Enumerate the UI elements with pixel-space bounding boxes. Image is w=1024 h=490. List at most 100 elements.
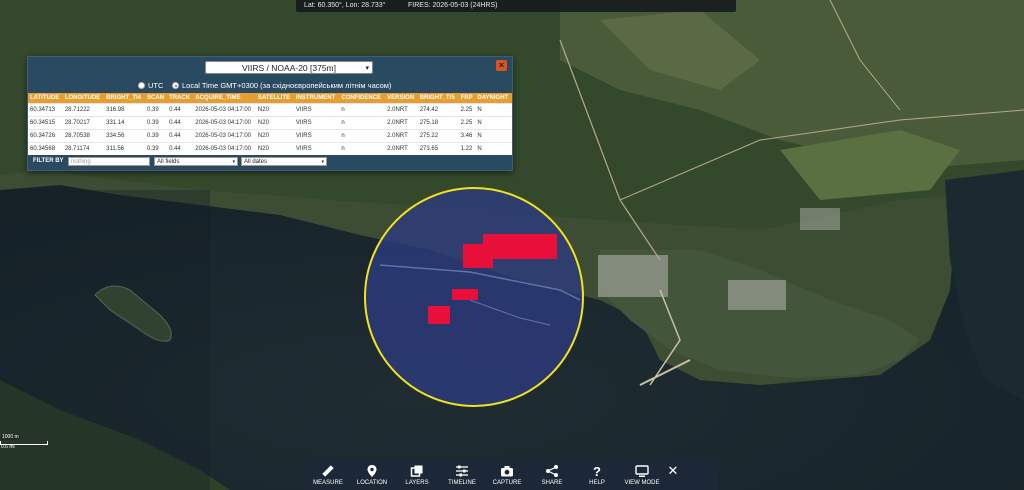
column-header[interactable]: VERSION bbox=[385, 93, 418, 104]
column-header[interactable]: LONGITUDE bbox=[62, 93, 105, 104]
share-button[interactable]: SHARE bbox=[532, 461, 572, 490]
panel-header: VIIRS / NOAA-20 [375m] ▾ × bbox=[28, 57, 512, 79]
filter-bar: FILTER BY nothing All fields ▾ All dates… bbox=[28, 155, 512, 167]
table-row[interactable]: 60.34515 28.70217 331.14 0.39 0.44 2026-05-03… bbox=[28, 116, 512, 130]
table-cell: 28.71222 bbox=[62, 103, 105, 117]
table-cell: 0.39 bbox=[145, 142, 168, 155]
help-label: HELP bbox=[589, 480, 605, 486]
table-row[interactable]: 60.34713 28.71222 316.98 0.39 0.44 2026-05-03… bbox=[28, 103, 512, 117]
table-cell: N bbox=[475, 116, 512, 130]
scale-imperial: 0.6 mi bbox=[1, 444, 15, 450]
table-cell: N bbox=[475, 103, 512, 117]
filter-field-select[interactable]: All fields ▾ bbox=[154, 157, 238, 166]
table-cell: 2026-05-03 04:17:00 bbox=[193, 129, 256, 143]
table-cell: 273.65 bbox=[417, 142, 459, 155]
timeline-button[interactable]: TIMELINE bbox=[442, 461, 482, 490]
view-mode-label: VIEW MODE bbox=[624, 480, 660, 486]
table-cell: 2.25 bbox=[458, 103, 476, 117]
table-cell: N20 bbox=[255, 129, 294, 143]
local-time-radio[interactable] bbox=[172, 82, 179, 89]
layers-button[interactable]: LAYERS bbox=[397, 461, 437, 490]
view-mode-button[interactable]: VIEW MODE bbox=[622, 461, 662, 490]
table-cell: 0.44 bbox=[167, 116, 194, 130]
column-header[interactable]: BRIGHT_TI4 bbox=[104, 93, 146, 104]
table-cell: 60.34515 bbox=[28, 116, 63, 130]
table-cell: 2.0NRT bbox=[385, 142, 418, 155]
chevron-down-icon: ▾ bbox=[365, 65, 369, 72]
table-cell: VIIRS bbox=[293, 142, 340, 155]
table-cell: VIIRS bbox=[293, 103, 340, 117]
table-cell: 28.70217 bbox=[62, 116, 105, 130]
column-header[interactable]: SCAN bbox=[145, 93, 168, 104]
utc-radio-label[interactable]: UTC bbox=[148, 80, 163, 92]
column-header[interactable]: TRACK bbox=[167, 93, 194, 104]
measure-button[interactable]: MEASURE bbox=[308, 461, 348, 490]
table-cell: N bbox=[475, 142, 512, 155]
layers-label: LAYERS bbox=[405, 480, 429, 486]
fire-detection-3[interactable] bbox=[452, 289, 478, 300]
table-cell: N20 bbox=[255, 116, 294, 130]
fire-details-panel: VIIRS / NOAA-20 [375m] ▾ × UTC Local Tim… bbox=[27, 56, 513, 171]
table-cell: 334.56 bbox=[104, 129, 146, 143]
filter-placeholder: nothing bbox=[71, 159, 91, 165]
column-header[interactable]: BRIGHT_TI5 bbox=[417, 93, 459, 104]
table-cell: 0.39 bbox=[145, 116, 168, 130]
utc-radio[interactable] bbox=[138, 82, 145, 89]
table-cell: 60.34713 bbox=[28, 103, 63, 117]
panel-close-button[interactable]: × bbox=[496, 60, 507, 71]
column-header[interactable]: FRP bbox=[458, 93, 476, 104]
scale-bar: 1000 m 0.6 mi bbox=[0, 434, 50, 452]
filter-text-input[interactable]: nothing bbox=[68, 157, 150, 166]
table-cell: 0.44 bbox=[167, 129, 194, 143]
table-cell: 311.56 bbox=[104, 142, 146, 155]
table-cell: 275.18 bbox=[417, 116, 459, 130]
column-header[interactable]: LATITUDE bbox=[28, 93, 63, 104]
column-header[interactable]: DAYNIGHT bbox=[475, 93, 512, 104]
camera-icon bbox=[501, 466, 513, 477]
column-header[interactable]: INSTRUMENT bbox=[293, 93, 340, 104]
table-cell: 60.34726 bbox=[28, 129, 63, 143]
toolbar-close-button[interactable]: ✕ bbox=[664, 463, 682, 479]
table-cell: 274.42 bbox=[417, 103, 459, 117]
table-cell: 28.71174 bbox=[62, 142, 105, 155]
table-cell: 2026-05-03 04:17:00 bbox=[193, 142, 256, 155]
ruler-icon bbox=[322, 465, 334, 477]
filter-date-value: All dates bbox=[244, 159, 268, 165]
help-button[interactable]: ? HELP bbox=[577, 461, 617, 490]
capture-button[interactable]: CAPTURE bbox=[487, 461, 527, 490]
fire-detection-4[interactable] bbox=[428, 306, 450, 324]
table-cell: n bbox=[339, 129, 386, 143]
filter-date-select[interactable]: All dates ▾ bbox=[241, 157, 327, 166]
table-cell: 2.25 bbox=[458, 116, 476, 130]
location-pin-icon bbox=[367, 465, 377, 477]
table-cell: 60.34568 bbox=[28, 142, 63, 155]
capture-label: CAPTURE bbox=[492, 480, 522, 486]
table-header-row: LATITUDE LONGITUDE BRIGHT_TI4 SCAN TRACK ACQU… bbox=[28, 93, 512, 104]
table-cell: N20 bbox=[255, 103, 294, 117]
column-header[interactable]: SATELLITE bbox=[255, 93, 294, 104]
table-row[interactable]: 60.34726 28.70538 334.56 0.39 0.44 2026-05-03… bbox=[28, 129, 512, 143]
column-header[interactable]: CONFIDENCE bbox=[339, 93, 386, 104]
local-time-radio-label[interactable]: Local Time GMT+0300 (за східноєвропейськ… bbox=[182, 80, 391, 92]
filter-label: FILTER BY bbox=[33, 158, 64, 164]
table-cell: 2026-05-03 04:17:00 bbox=[193, 103, 256, 117]
table-cell: 0.39 bbox=[145, 129, 168, 143]
dataset-select-value: VIIRS / NOAA-20 [375m] bbox=[241, 63, 336, 73]
table-row[interactable]: 60.34568 28.71174 311.56 0.39 0.44 2026-05-03… bbox=[28, 142, 512, 155]
table-cell: N bbox=[475, 129, 512, 143]
fire-detection-2[interactable] bbox=[463, 244, 493, 268]
column-header[interactable]: ACQUIRE_TIME bbox=[193, 93, 256, 104]
layers-icon bbox=[410, 465, 423, 477]
timezone-selector: UTC Local Time GMT+0300 (за східноєвропе… bbox=[28, 80, 512, 92]
table-cell: n bbox=[339, 103, 386, 117]
location-button[interactable]: LOCATION bbox=[352, 461, 392, 490]
table-cell: VIIRS bbox=[293, 129, 340, 143]
table-cell: 331.14 bbox=[104, 116, 146, 130]
dataset-select[interactable]: VIIRS / NOAA-20 [375m] ▾ bbox=[205, 61, 373, 74]
table-cell: 2.0NRT bbox=[385, 129, 418, 143]
svg-text:?: ? bbox=[593, 464, 601, 478]
table-cell: n bbox=[339, 142, 386, 155]
fire-detection-1[interactable] bbox=[483, 234, 557, 259]
monitor-icon bbox=[635, 465, 649, 477]
fire-data-table: LATITUDE LONGITUDE BRIGHT_TI4 SCAN TRACK ACQU… bbox=[28, 93, 512, 155]
